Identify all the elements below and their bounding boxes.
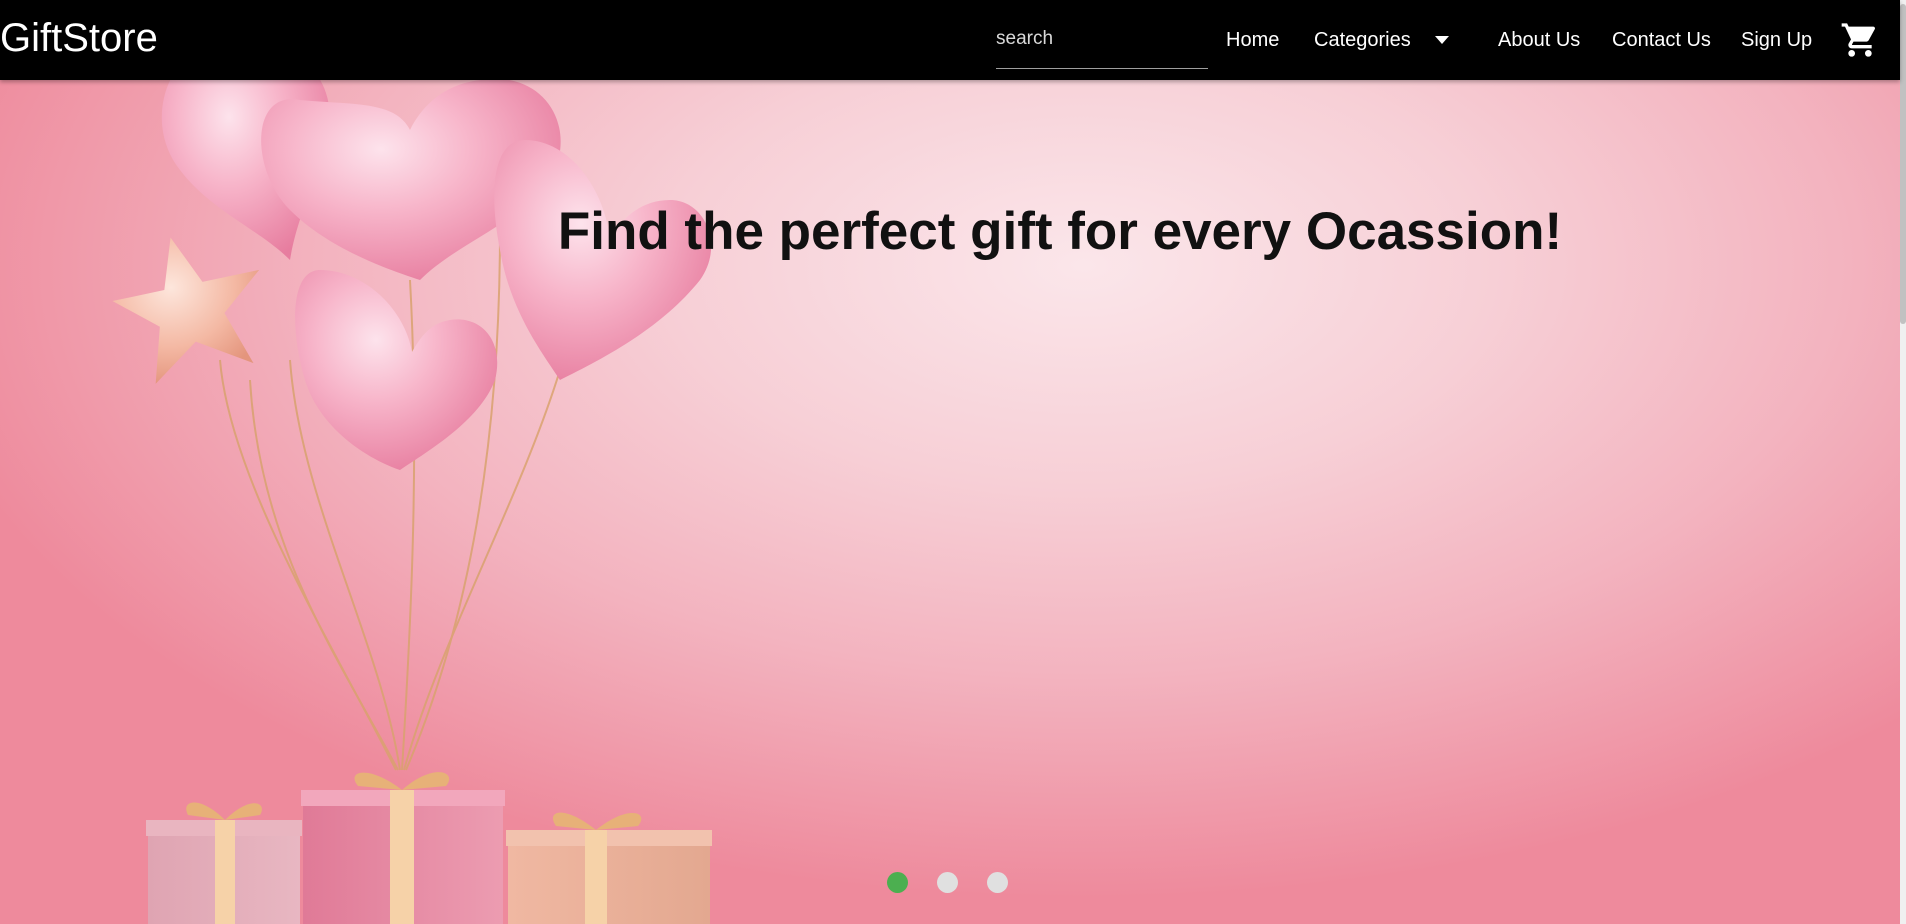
- brand-logo[interactable]: GiftStore: [0, 16, 158, 60]
- slide-dot-1[interactable]: [887, 872, 908, 893]
- search-input[interactable]: [996, 20, 1208, 58]
- nav-about-link[interactable]: About Us: [1498, 28, 1580, 52]
- slider-indicators: [0, 872, 1900, 896]
- top-navbar: GiftStore Home Categories About Us Conta…: [0, 0, 1900, 80]
- vertical-scrollbar[interactable]: [1900, 0, 1906, 924]
- page: GiftStore Home Categories About Us Conta…: [0, 0, 1906, 924]
- caret-down-icon[interactable]: [1432, 30, 1452, 50]
- slide-dot-3[interactable]: [987, 872, 1008, 893]
- heart-balloon-middle: [295, 270, 498, 470]
- search-field: [996, 20, 1208, 69]
- shopping-cart-icon[interactable]: [1840, 20, 1880, 60]
- slide-dot-2[interactable]: [937, 872, 958, 893]
- hero-slider: Find the perfect gift for every Ocassion…: [0, 80, 1900, 924]
- nav-contact-link[interactable]: Contact Us: [1612, 28, 1711, 52]
- nav-signup-link[interactable]: Sign Up: [1741, 28, 1812, 52]
- nav-home-link[interactable]: Home: [1226, 28, 1279, 52]
- scrollbar-thumb[interactable]: [1900, 4, 1906, 324]
- nav-categories-link[interactable]: Categories: [1314, 28, 1411, 52]
- hero-title: Find the perfect gift for every Ocassion…: [557, 202, 1563, 261]
